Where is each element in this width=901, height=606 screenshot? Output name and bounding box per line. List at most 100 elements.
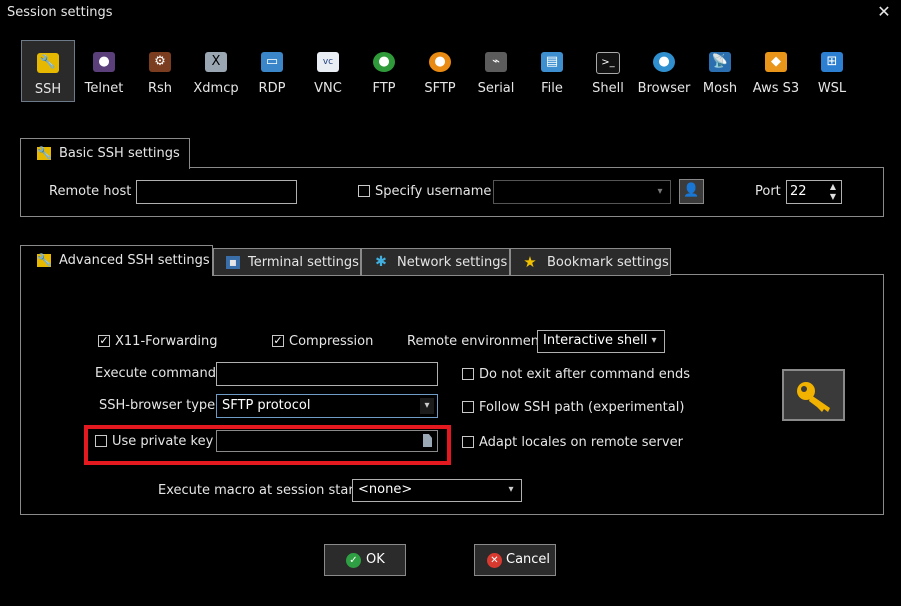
vnc-icon: vc xyxy=(317,52,339,72)
do-not-exit-label: Do not exit after command ends xyxy=(479,367,690,382)
tab-label: Basic SSH settings xyxy=(59,146,180,161)
ok-button[interactable]: ✓ OK xyxy=(324,544,406,576)
browse-file-icon[interactable] xyxy=(423,434,432,447)
x11-forwarding-checkbox[interactable]: ✓ xyxy=(98,335,110,347)
close-icon[interactable]: ✕ xyxy=(874,2,894,22)
execute-command-input[interactable] xyxy=(216,362,438,386)
terminal-icon: ▪ xyxy=(226,256,240,269)
protocol-label: Shell xyxy=(592,81,624,96)
use-private-key-checkbox[interactable] xyxy=(95,435,107,447)
tab-label: Terminal settings xyxy=(248,255,359,270)
tab-label: Bookmark settings xyxy=(547,255,669,270)
protocol-rdp[interactable]: ▭ RDP xyxy=(245,40,299,102)
protocol-sftp[interactable]: ● SFTP xyxy=(413,40,467,102)
protocol-ssh[interactable]: 🔧 SSH xyxy=(21,40,75,102)
execute-macro-label: Execute macro at session start: xyxy=(158,483,364,498)
compression-label: Compression xyxy=(289,334,374,349)
protocol-file[interactable]: ▤ File xyxy=(525,40,579,102)
compression-checkbox[interactable]: ✓ xyxy=(272,335,284,347)
tab-advanced-ssh-settings[interactable]: 🔧 Advanced SSH settings xyxy=(20,245,213,276)
check-circle-icon: ✓ xyxy=(346,553,361,568)
execute-macro-select[interactable]: <none> ▾ xyxy=(352,479,522,502)
remote-host-label: Remote host * xyxy=(49,184,142,199)
protocol-label: Telnet xyxy=(84,81,124,96)
file-icon: ▤ xyxy=(541,52,563,72)
wrench-icon: 🔧 xyxy=(37,53,59,73)
port-label: Port xyxy=(755,184,781,199)
specify-username-checkbox[interactable] xyxy=(358,185,370,197)
protocol-label: FTP xyxy=(372,81,396,96)
tab-network-settings[interactable]: ✱ Network settings xyxy=(361,248,510,276)
protocol-label: Mosh xyxy=(702,81,738,96)
protocol-serial[interactable]: ⌁ Serial xyxy=(469,40,523,102)
protocol-xdmcp[interactable]: X Xdmcp xyxy=(189,40,243,102)
protocol-label: SSH xyxy=(34,82,62,97)
chevron-down-icon: ▾ xyxy=(508,484,514,495)
remote-environment-select[interactable]: Interactive shell ▾ xyxy=(537,330,665,353)
protocol-label: Xdmcp xyxy=(193,81,239,96)
rdp-icon: ▭ xyxy=(261,52,283,72)
protocol-rsh[interactable]: ⚙ Rsh xyxy=(133,40,187,102)
remote-environment-label: Remote environment: xyxy=(407,334,549,349)
star-icon: ★ xyxy=(523,253,537,271)
mosh-satellite-icon: 📡 xyxy=(709,52,731,72)
username-select[interactable]: ▾ xyxy=(493,180,671,204)
wrench-icon: 🔧 xyxy=(37,253,52,267)
ftp-globe-icon: ● xyxy=(373,52,395,72)
protocol-label: Rsh xyxy=(147,81,173,96)
protocol-ftp[interactable]: ● FTP xyxy=(357,40,411,102)
wrench-icon: 🔧 xyxy=(37,146,52,160)
cancel-circle-icon: ✕ xyxy=(487,553,502,568)
x11-forwarding-label: X11-Forwarding xyxy=(115,334,218,349)
specify-username-label: Specify username xyxy=(375,184,492,199)
telnet-icon: ● xyxy=(93,52,115,72)
spin-down-icon[interactable]: ▼ xyxy=(830,192,836,201)
adapt-locales-checkbox[interactable] xyxy=(462,436,474,448)
follow-ssh-path-checkbox[interactable] xyxy=(462,401,474,413)
tab-label: Advanced SSH settings xyxy=(59,253,210,268)
follow-ssh-path-label: Follow SSH path (experimental) xyxy=(479,400,685,415)
protocol-wsl[interactable]: ⊞ WSL xyxy=(805,40,859,102)
execute-command-label: Execute command: xyxy=(95,366,221,381)
protocol-label: Browser xyxy=(637,81,691,96)
browser-globe-icon: ● xyxy=(653,52,675,72)
shell-prompt-icon: >_ xyxy=(596,52,620,74)
window-title: Session settings xyxy=(7,5,113,20)
sftp-globe-icon: ● xyxy=(429,52,451,72)
windows-logo-icon: ⊞ xyxy=(821,52,843,72)
spin-up-icon[interactable]: ▲ xyxy=(830,182,836,191)
user-key-icon: 👤 xyxy=(683,183,700,198)
tab-basic-ssh-settings[interactable]: 🔧 Basic SSH settings xyxy=(20,138,190,169)
adapt-locales-label: Adapt locales on remote server xyxy=(479,435,683,450)
protocol-label: Serial xyxy=(477,81,515,96)
protocol-label: Aws S3 xyxy=(752,81,800,96)
cancel-button[interactable]: ✕ Cancel xyxy=(474,544,556,576)
protocol-telnet[interactable]: ● Telnet xyxy=(77,40,131,102)
ssh-browser-type-select[interactable]: SFTP protocol ▾ xyxy=(216,394,438,418)
remote-host-input[interactable] xyxy=(136,180,297,204)
protocol-shell[interactable]: >_ Shell xyxy=(581,40,635,102)
title-bar: Session settings ✕ xyxy=(0,0,901,26)
network-star-icon: ✱ xyxy=(375,254,387,270)
protocol-label: WSL xyxy=(817,81,847,96)
chevron-down-icon: ▾ xyxy=(657,186,663,197)
user-credentials-button[interactable]: 👤 xyxy=(679,179,704,204)
do-not-exit-checkbox[interactable] xyxy=(462,368,474,380)
protocol-aws-s3[interactable]: ◆ Aws S3 xyxy=(749,40,803,102)
chevron-down-icon: ▾ xyxy=(420,398,434,414)
protocol-label: VNC xyxy=(314,81,342,96)
tab-bookmark-settings[interactable]: ★ Bookmark settings xyxy=(510,248,671,276)
private-key-path-input[interactable] xyxy=(216,430,438,452)
protocol-label: SFTP xyxy=(424,81,456,96)
key-icon xyxy=(797,382,830,412)
use-private-key-label: Use private key xyxy=(112,434,214,449)
aws-s3-cubes-icon: ◆ xyxy=(765,52,787,72)
port-spinbox[interactable]: 22 ▲ ▼ xyxy=(786,180,842,204)
tab-label: Network settings xyxy=(397,255,508,270)
tab-terminal-settings[interactable]: ▪ Terminal settings xyxy=(213,248,361,276)
chevron-down-icon: ▾ xyxy=(651,335,657,346)
protocol-browser[interactable]: ● Browser xyxy=(637,40,691,102)
protocol-label: RDP xyxy=(258,81,286,96)
protocol-vnc[interactable]: vc VNC xyxy=(301,40,355,102)
protocol-mosh[interactable]: 📡 Mosh xyxy=(693,40,747,102)
